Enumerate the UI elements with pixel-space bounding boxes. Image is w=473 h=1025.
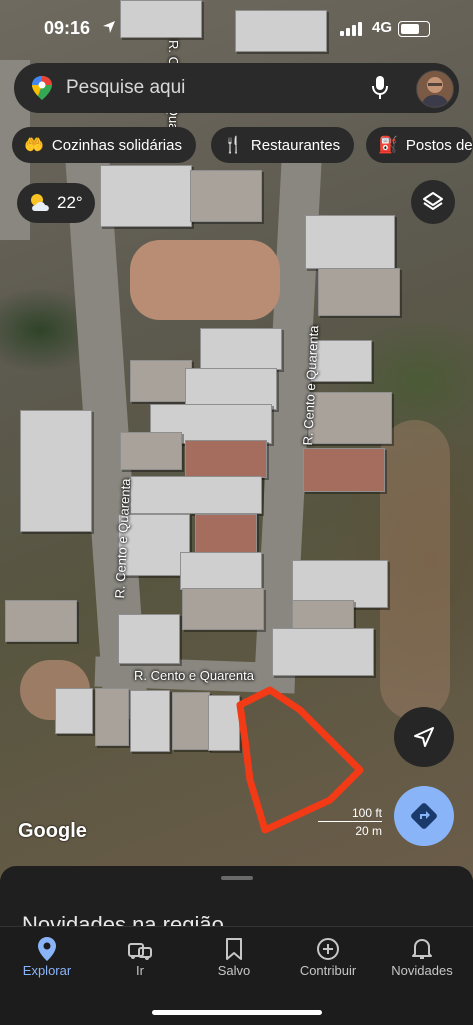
chip-cozinhas-solidarias[interactable]: 🤲 Cozinhas solidárias — [12, 127, 196, 163]
my-location-button[interactable] — [394, 707, 454, 767]
home-indicator — [152, 1010, 322, 1015]
scale-metric: 20 m — [355, 824, 382, 838]
avatar[interactable] — [416, 70, 454, 108]
tab-label: Ir — [136, 963, 144, 978]
status-bar: 09:16 4G — [0, 14, 473, 42]
layers-button[interactable] — [411, 180, 455, 224]
add-circle-icon — [281, 935, 375, 963]
bell-icon — [375, 935, 469, 963]
battery-icon — [398, 21, 430, 37]
chip-label: Restaurantes — [250, 136, 341, 154]
search-bar[interactable]: Pesquise aqui — [14, 63, 459, 113]
weather-badge[interactable]: 22° — [17, 183, 95, 223]
sheet-drag-handle[interactable] — [221, 876, 253, 880]
bookmark-icon — [187, 935, 281, 963]
hand-food-icon: 🤲 — [24, 137, 44, 154]
chip-postos[interactable]: ⛽ Postos de — [366, 127, 473, 163]
fork-knife-icon: 🍴 — [223, 137, 243, 154]
tab-contribuir[interactable]: Contribuir — [281, 935, 375, 978]
signal-icon — [340, 22, 366, 36]
location-arrow-icon — [102, 20, 116, 39]
chip-label: Cozinhas solidárias — [51, 136, 182, 154]
scale-imperial: 100 ft — [351, 806, 382, 820]
map-scale: 100 ft 20 m — [318, 806, 384, 838]
weather-temp: 22° — [57, 193, 83, 212]
car-icon — [93, 935, 187, 963]
location-pin-icon — [0, 935, 94, 963]
status-time: 09:16 — [44, 18, 91, 38]
tab-explorar[interactable]: Explorar — [0, 935, 94, 978]
chip-label: Postos de — [405, 136, 473, 154]
network-type: 4G — [372, 19, 393, 36]
partly-cloudy-icon — [27, 191, 53, 218]
google-attribution: Google — [18, 820, 87, 842]
tab-ir[interactable]: Ir — [93, 935, 187, 978]
tab-salvo[interactable]: Salvo — [187, 935, 281, 978]
search-placeholder[interactable]: Pesquise aqui — [66, 77, 185, 99]
tab-label: Contribuir — [299, 963, 357, 978]
tab-label: Novidades — [391, 963, 453, 978]
layers-icon — [422, 191, 444, 218]
navigation-arrow-icon — [413, 726, 435, 753]
google-maps-pin-icon — [30, 75, 54, 106]
directions-button[interactable] — [394, 786, 454, 846]
microphone-icon[interactable] — [371, 75, 389, 106]
gas-station-icon: ⛽ — [378, 137, 398, 154]
tab-label: Salvo — [217, 963, 251, 978]
chip-restaurantes[interactable]: 🍴 Restaurantes — [211, 127, 355, 163]
tab-novidades[interactable]: Novidades — [375, 935, 469, 978]
directions-icon — [410, 802, 438, 835]
tab-label: Explorar — [22, 963, 72, 978]
